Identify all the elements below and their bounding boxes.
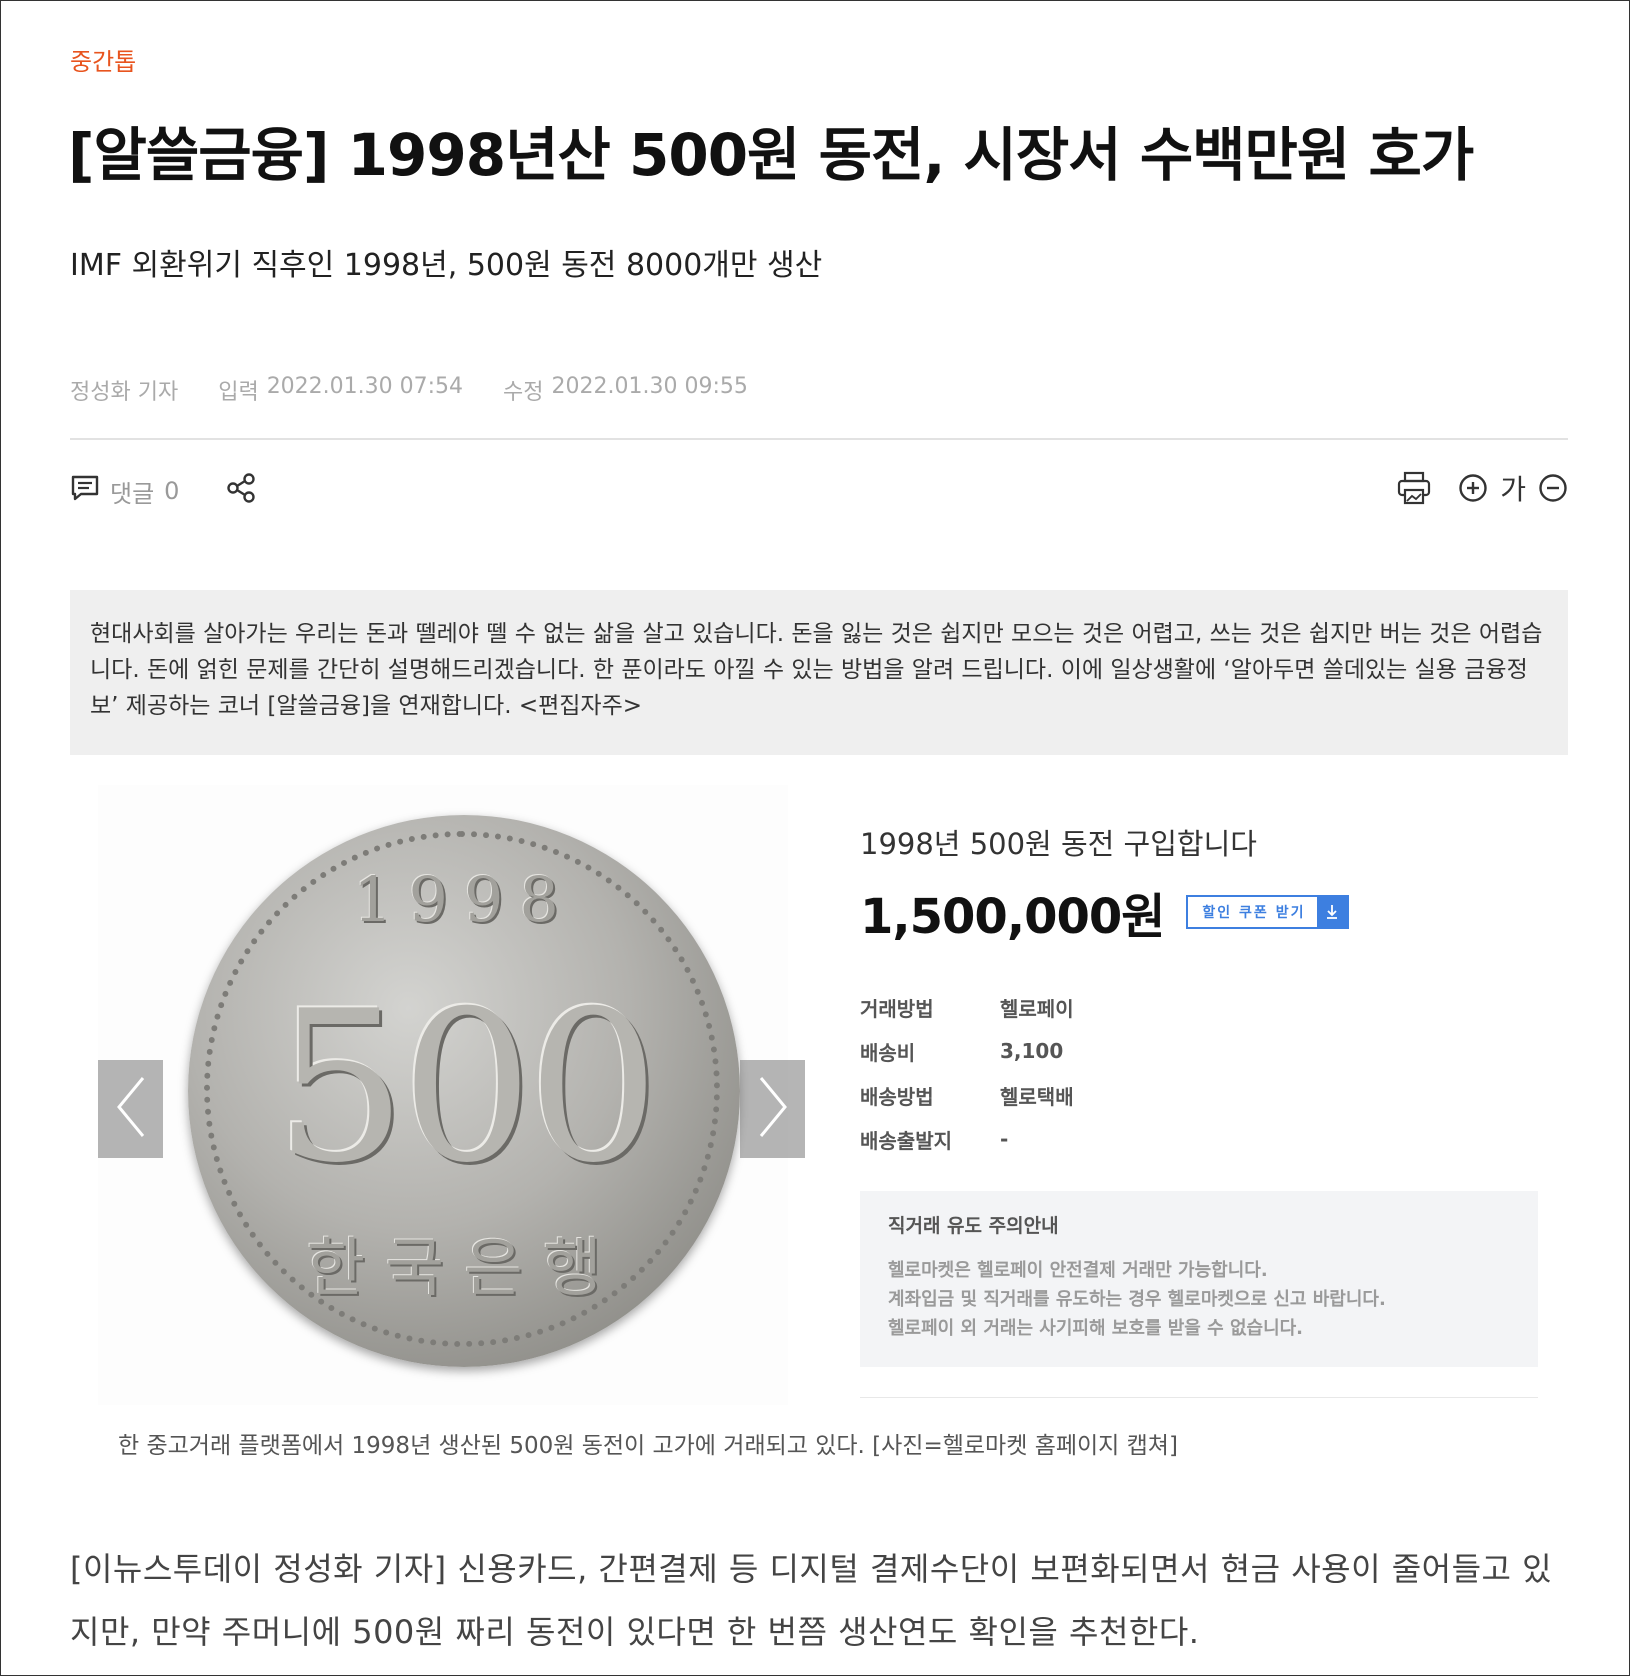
- coin-image-carousel: 1998 500 한국은행: [98, 785, 805, 1405]
- notice-title: 직거래 유도 주의안내: [888, 1215, 1059, 1237]
- input-time: 2022.01.30 07:54: [266, 374, 464, 399]
- product-divider: [860, 1397, 1538, 1398]
- zoom-in-icon[interactable]: [1458, 473, 1488, 503]
- editor-note-box: 현대사회를 살아가는 우리는 돈과 뗄레야 뗄 수 없는 삶을 살고 있습니다.…: [70, 590, 1568, 755]
- author: 정성화 기자: [70, 380, 179, 405]
- figure-caption: 한 중고거래 플랫폼에서 1998년 생산된 500원 동전이 고가에 거래되고…: [118, 1433, 1178, 1459]
- price-row: 1,500,000원 할인 쿠폰 받기: [860, 877, 1350, 947]
- meta-divider: [70, 438, 1568, 440]
- carousel-prev-button[interactable]: [98, 1060, 163, 1158]
- product-specs: 거래방법 헬로페이 배송비 3,100 배송방법 헬로택배 배송출발지 -: [860, 985, 1074, 1161]
- spec-row: 배송비 3,100: [860, 1029, 1074, 1073]
- spec-value: 헬로택배: [1000, 1084, 1074, 1109]
- spec-value: 3,100: [1000, 1039, 1064, 1063]
- input-date: 입력 2022.01.30 07:54: [218, 374, 463, 406]
- spec-value: 헬로페이: [1000, 996, 1074, 1021]
- spec-key: 배송출발지: [860, 1128, 952, 1153]
- print-icon[interactable]: [1396, 470, 1432, 506]
- editor-note-text: 현대사회를 살아가는 우리는 돈과 뗄레야 뗄 수 없는 삶을 살고 있습니다.…: [90, 621, 1543, 719]
- font-size-label: 가: [1500, 473, 1526, 506]
- notice-box: 직거래 유도 주의안내 헬로마켓은 헬로페이 안전결제 거래만 가능합니다. 계…: [860, 1191, 1538, 1367]
- article-meta: 정성화 기자 입력 2022.01.30 07:54 수정 2022.01.30…: [70, 374, 748, 406]
- comment-button[interactable]: 댓글 0: [70, 473, 179, 509]
- zoom-out-icon[interactable]: [1538, 473, 1568, 503]
- article-toolbar-right: 가: [1396, 468, 1568, 508]
- spec-row: 배송방법 헬로택배: [860, 1073, 1074, 1117]
- product-title: 1998년 500원 동전 구입합니다: [860, 827, 1257, 861]
- notice-line: 헬로마켓은 헬로페이 안전결제 거래만 가능합니다.: [888, 1260, 1268, 1281]
- font-size-control: 가: [1458, 468, 1568, 508]
- carousel-next-button[interactable]: [740, 1060, 805, 1158]
- spec-row: 배송출발지 -: [860, 1117, 1074, 1161]
- article-toolbar-left: 댓글 0: [70, 472, 257, 510]
- spec-key: 배송비: [860, 1040, 916, 1065]
- download-icon: [1317, 897, 1348, 927]
- article-body-paragraph: [이뉴스투데이 정성화 기자] 신용카드, 간편결제 등 디지털 결제수단이 보…: [70, 1550, 1553, 1651]
- comment-count: 0: [164, 477, 180, 505]
- spec-key: 거래방법: [860, 996, 934, 1021]
- coin-bank: 한국은행: [306, 1232, 622, 1306]
- chevron-right-icon: [753, 1072, 793, 1146]
- subheadline: IMF 외환위기 직후인 1998년, 500원 동전 8000개만 생산: [70, 248, 823, 283]
- coin-image: 1998 500 한국은행: [188, 815, 740, 1367]
- edit-time: 2022.01.30 09:55: [551, 374, 748, 399]
- share-icon[interactable]: [225, 472, 257, 510]
- spec-value: -: [1000, 1127, 1009, 1151]
- section-tag[interactable]: 중간톱: [70, 42, 136, 77]
- headline: [알쓸금융] 1998년산 500원 동전, 시장서 수백만원 호가: [68, 121, 1474, 189]
- edit-date: 수정 2022.01.30 09:55: [503, 374, 748, 406]
- notice-line: 헬로페이 외 거래는 사기피해 보호를 받을 수 없습니다.: [888, 1318, 1304, 1339]
- input-label: 입력: [218, 380, 259, 405]
- notice-line: 계좌입금 및 직거래를 유도하는 경우 헬로마켓으로 신고 바랍니다.: [888, 1289, 1386, 1310]
- coupon-label: 할인 쿠폰 받기: [1202, 905, 1306, 921]
- comment-icon: [70, 473, 100, 509]
- product-price: 1,500,000원: [860, 889, 1165, 945]
- coin-value: 500: [274, 967, 659, 1209]
- coin-year: 1998: [353, 863, 575, 936]
- product-panel: 1998년 500원 동전 구입합니다 1,500,000원 할인 쿠폰 받기 …: [860, 785, 1540, 1405]
- spec-row: 거래방법 헬로페이: [860, 985, 1074, 1029]
- edit-label: 수정: [503, 380, 544, 405]
- article-figure: 1998 500 한국은행 1998년 500원 동전 구입합니다 1,500,…: [70, 785, 1568, 1405]
- chevron-left-icon: [111, 1072, 151, 1146]
- spec-key: 배송방법: [860, 1084, 934, 1109]
- comment-label: 댓글: [110, 479, 155, 508]
- coupon-button[interactable]: 할인 쿠폰 받기: [1186, 895, 1350, 929]
